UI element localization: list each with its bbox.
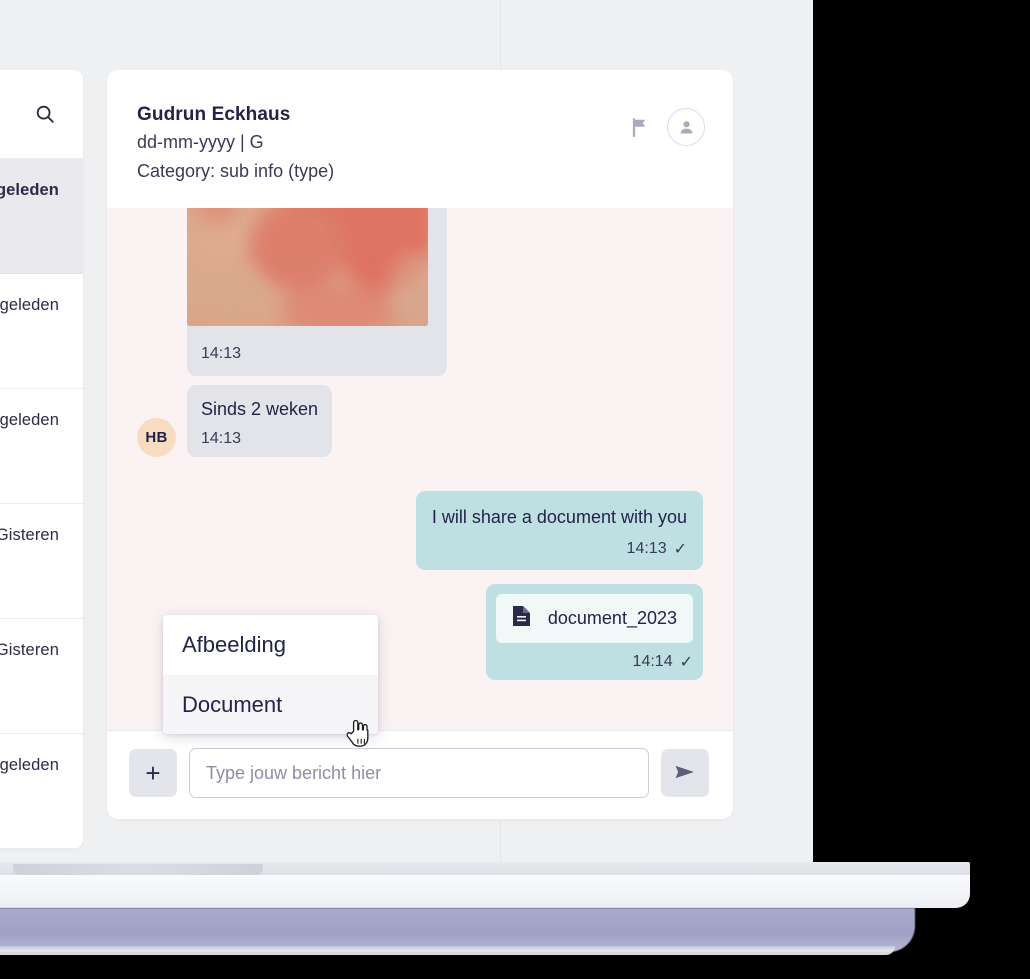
chat-subline-date: dd-mm-yyyy | G [137, 131, 264, 152]
search-icon[interactable] [34, 103, 56, 125]
message-meta: 14:13 [187, 335, 447, 376]
attachment-type-menu: Afbeelding Document [163, 615, 378, 734]
conversation-timestamp: Gisteren [0, 641, 59, 659]
message-meta: 14:13 [201, 430, 318, 448]
person-icon[interactable] [667, 108, 705, 146]
message-row-text-incoming: HB Sinds 2 weken 14:13 [137, 384, 703, 458]
message-input[interactable] [189, 748, 649, 798]
conversation-timestamp: geleden [0, 756, 59, 774]
avatar-initials: HB [145, 429, 168, 447]
message-meta: 14:13 ✓ [432, 539, 687, 559]
send-button[interactable] [661, 749, 709, 797]
image-attachment-wrap [187, 207, 447, 326]
conversation-timestamp: geleden [0, 411, 59, 429]
message-row-image: 14:13 [137, 207, 703, 376]
sidebar-item-conversation-4[interactable]: Gisteren [0, 504, 83, 619]
attach-menu-item-afbeelding[interactable]: Afbeelding [163, 615, 378, 675]
chat-subline-category: Category: sub info (type) [137, 160, 335, 181]
message-meta: 14:14 ✓ [496, 652, 693, 672]
sidebar-item-conversation-6[interactable]: geleden [0, 734, 83, 849]
laptop-mockup-scene: geleden geleden geleden Gisteren Gistere… [0, 0, 1030, 979]
rash-photo[interactable] [187, 207, 428, 326]
attach-menu-item-document[interactable]: Document [163, 674, 378, 734]
document-icon [512, 605, 531, 632]
message-bubble-document[interactable]: document_2023 14:14 ✓ [485, 583, 703, 680]
sidebar-item-conversation-5[interactable]: Gisteren [0, 619, 83, 734]
message-status-check: ✓ [673, 540, 687, 558]
chat-application: geleden geleden geleden Gisteren Gistere… [0, 0, 813, 862]
attach-button[interactable]: + [129, 749, 177, 797]
chat-header: Gudrun Eckhaus dd-mm-yyyy | G Category: … [107, 70, 733, 208]
message-time: 14:13 [201, 430, 242, 448]
message-bubble-incoming[interactable]: Sinds 2 weken 14:13 [187, 384, 333, 458]
flag-icon[interactable] [632, 117, 649, 137]
laptop-screen: geleden geleden geleden Gisteren Gistere… [0, 0, 813, 862]
laptop-base-lip-sheen [0, 946, 895, 955]
conversation-timestamp: Gisteren [0, 526, 59, 544]
conversation-timestamp: geleden [0, 181, 59, 199]
message-time: 14:14 [632, 652, 673, 670]
avatar: HB [137, 418, 176, 458]
conversation-timestamp: geleden [0, 296, 59, 314]
message-time: 14:13 [201, 344, 242, 362]
message-status-check: ✓ [679, 653, 693, 671]
message-bubble-image[interactable]: 14:13 [187, 207, 447, 376]
laptop-hinge-notch [13, 864, 263, 875]
sidebar-item-conversation-1[interactable]: geleden [0, 159, 83, 274]
laptop-base-body [0, 875, 970, 908]
header-actions [632, 108, 705, 146]
conversation-sidebar: geleden geleden geleden Gisteren Gistere… [0, 70, 83, 849]
laptop-base [0, 862, 970, 979]
sidebar-item-conversation-2[interactable]: geleden [0, 274, 83, 389]
document-name: document_2023 [547, 607, 677, 628]
message-composer: + [107, 730, 733, 819]
message-text: I will share a document with you [431, 507, 687, 528]
send-icon [674, 763, 696, 784]
message-text: Sinds 2 weken [201, 398, 319, 419]
message-bubble-outgoing[interactable]: I will share a document with you 14:13 ✓ [415, 491, 703, 570]
sidebar-search-bar[interactable] [0, 70, 83, 159]
page-title: Gudrun Eckhaus [137, 104, 291, 125]
document-attachment[interactable]: document_2023 [495, 593, 693, 643]
message-time: 14:13 [626, 539, 667, 557]
message-row-text-outgoing: I will share a document with you 14:13 ✓ [137, 491, 703, 570]
sidebar-item-conversation-3[interactable]: geleden [0, 389, 83, 504]
